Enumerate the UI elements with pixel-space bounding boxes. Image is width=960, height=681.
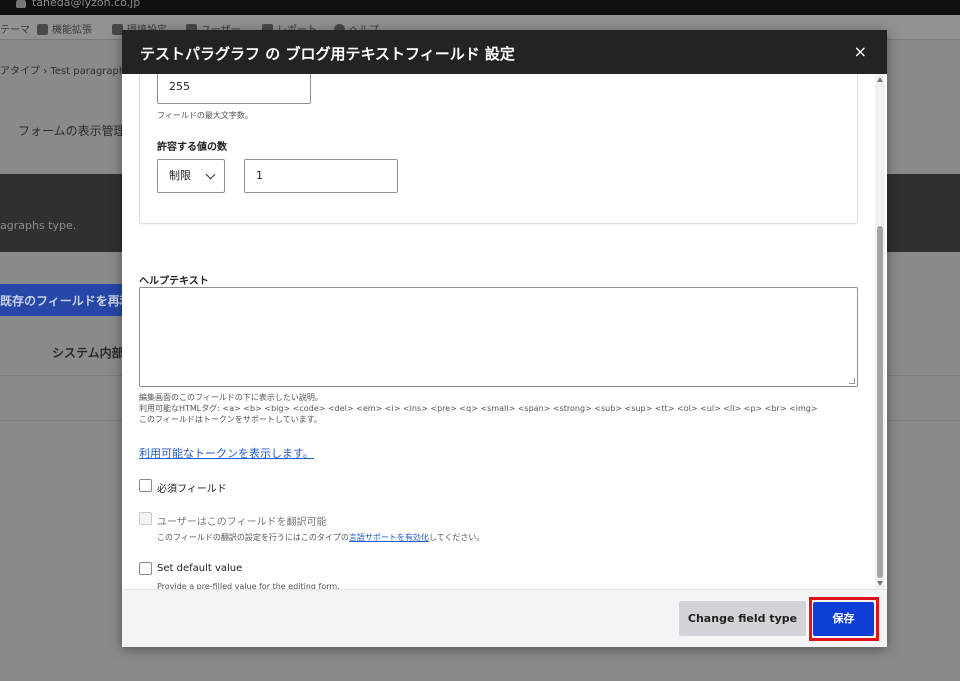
dialog-scrollbar[interactable]: [875, 74, 885, 589]
cardinality-select-value: 制限: [169, 169, 191, 182]
change-field-type-button[interactable]: Change field type: [679, 601, 806, 636]
translatable-label: ユーザーはこのフィールドを翻訳可能: [157, 517, 327, 528]
close-icon[interactable]: ×: [854, 42, 867, 61]
help-text-description-2: 利用可能なHTMLタグ: <a> <b> <big> <code> <del> …: [139, 404, 818, 413]
translatable-description: このフィールドの翻訳の設定を行うにはこのタイプの言語サポートを有効化してください…: [157, 533, 485, 542]
translatable-checkbox: [139, 512, 152, 525]
max-length-input[interactable]: 255: [157, 74, 311, 104]
page-description: agraphs type.: [0, 219, 77, 232]
scrollbar-thumb[interactable]: [877, 226, 883, 578]
default-value-label[interactable]: Set default value: [157, 563, 242, 574]
save-button[interactable]: 保存: [813, 602, 874, 636]
required-checkbox[interactable]: [139, 479, 152, 492]
user-email: taneda@lyzon.co.jp: [32, 0, 141, 9]
toolbar-item-appearance[interactable]: テーマ: [0, 21, 30, 36]
scroll-up-arrow-icon[interactable]: [877, 77, 883, 82]
tab-form-display[interactable]: フォームの表示管理: [18, 122, 126, 139]
resize-handle-icon[interactable]: [849, 378, 855, 384]
dialog-header: テストパラグラフ の ブログ用テキストフィールド 設定 ×: [122, 30, 887, 74]
default-value-description: Provide a pre-filled value for the editi…: [157, 582, 340, 589]
dialog-footer: Change field type 保存: [122, 589, 887, 647]
max-length-description: フィールドの最大文字数。: [157, 111, 253, 120]
default-value-checkbox[interactable]: [139, 562, 152, 575]
breadcrumb[interactable]: アタイプ › Test paragraph: [0, 62, 125, 77]
help-text-description-3: このフィールドはトークンをサポートしています。: [139, 415, 322, 424]
user-icon: [16, 0, 26, 8]
dialog-title: テストパラグラフ の ブログ用テキストフィールド 設定: [140, 45, 515, 63]
reuse-field-button[interactable]: 既存のフィールドを再利用: [0, 284, 130, 316]
cardinality-number-input[interactable]: 1: [244, 159, 398, 193]
puzzle-icon: [37, 24, 48, 35]
help-text-textarea[interactable]: [139, 287, 858, 387]
scroll-down-arrow-icon[interactable]: [877, 581, 883, 586]
field-settings-dialog: テストパラグラフ の ブログ用テキストフィールド 設定 × 255 フィールドの…: [122, 30, 887, 647]
toolbar-item-extend[interactable]: 機能拡張: [37, 21, 92, 36]
cardinality-select[interactable]: 制限: [157, 159, 225, 193]
chevron-down-icon: [205, 169, 216, 180]
storage-settings-card: 255 フィールドの最大文字数。 許容する値の数 制限 1: [139, 74, 858, 224]
user-menu[interactable]: taneda@lyzon.co.jp: [16, 0, 140, 9]
cardinality-label: 許容する値の数: [157, 142, 227, 153]
dialog-body[interactable]: 255 フィールドの最大文字数。 許容する値の数 制限 1 ヘルプテキスト 編集…: [122, 74, 887, 589]
language-support-link[interactable]: 言語サポートを有効化: [349, 533, 429, 542]
required-label[interactable]: 必須フィールド: [157, 480, 227, 495]
help-text-label: ヘルプテキスト: [139, 276, 209, 287]
browse-tokens-link[interactable]: 利用可能なトークンを表示します。: [139, 445, 314, 461]
help-text-description-1: 編集画面のこのフィールドの下に表示したい説明。: [139, 393, 323, 402]
admin-topbar: taneda@lyzon.co.jp: [0, 0, 960, 15]
